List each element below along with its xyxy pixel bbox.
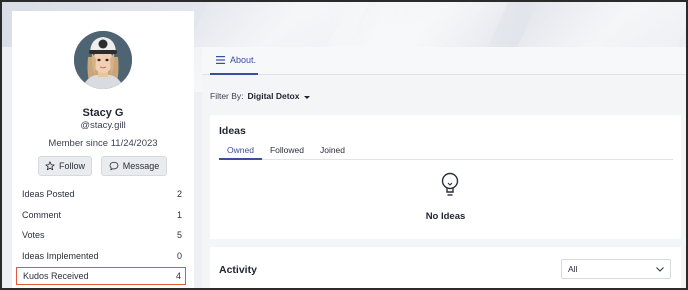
ideas-card: Ideas Owned Followed Joined No Ideas — [210, 115, 681, 239]
tab-owned[interactable]: Owned — [219, 141, 262, 160]
stat-label: Ideas Implemented — [22, 251, 99, 261]
stat-value: 4 — [175, 271, 181, 281]
main-content: About. Filter By: Digital Detox Ideas Ow… — [202, 47, 686, 288]
no-ideas-text: No Ideas — [425, 211, 466, 222]
profile-name: Stacy G — [82, 107, 124, 119]
tab-about-label: About. — [230, 55, 257, 65]
ideas-title: Ideas — [219, 125, 246, 137]
member-since: Member since 11/24/2023 — [48, 138, 158, 149]
tab-followed[interactable]: Followed — [262, 141, 312, 160]
follow-label: Follow — [58, 161, 85, 171]
chat-bubble-icon — [109, 161, 119, 171]
filter-value: Digital Detox — [247, 91, 300, 101]
profile-tabs: About. — [202, 47, 686, 75]
avatar-image — [74, 31, 132, 89]
caret-down-icon — [303, 96, 310, 99]
stat-kudos-received: Kudos Received 4 — [16, 267, 186, 285]
avatar[interactable] — [74, 31, 132, 89]
filter-by: Filter By: Digital Detox — [210, 91, 310, 101]
profile-card: Stacy G @stacy.gill Member since 11/24/2… — [12, 11, 194, 288]
follow-button[interactable]: Follow — [38, 156, 92, 176]
activity-card: Activity All — [210, 247, 681, 288]
stat-value: 5 — [176, 230, 182, 240]
lightbulb-icon — [441, 172, 459, 196]
message-button[interactable]: Message — [101, 156, 167, 176]
stat-ideas-posted: Ideas Posted 2 — [16, 185, 186, 203]
stat-ideas-implemented: Ideas Implemented 0 — [16, 247, 186, 265]
stat-label: Comment — [22, 210, 62, 220]
stat-value: 0 — [176, 251, 182, 261]
stat-label: Ideas Posted — [22, 189, 75, 199]
profile-handle: @stacy.gill — [80, 120, 126, 131]
stat-value: 2 — [176, 189, 182, 199]
activity-select-value: All — [568, 264, 578, 274]
filter-dropdown[interactable]: Digital Detox — [248, 91, 310, 101]
stat-label: Votes — [22, 230, 45, 240]
stat-value: 1 — [176, 210, 182, 220]
activity-title: Activity — [219, 264, 257, 276]
menu-icon — [216, 56, 225, 64]
ideas-tabs: Owned Followed Joined — [219, 141, 673, 160]
stat-votes: Votes 5 — [16, 226, 186, 244]
stat-comment: Comment 1 — [16, 206, 186, 224]
filter-label: Filter By: — [210, 91, 244, 101]
message-label: Message — [122, 161, 160, 171]
tab-about[interactable]: About. — [210, 47, 258, 75]
activity-filter-select[interactable]: All — [561, 259, 671, 279]
app-window: Stacy G @stacy.gill Member since 11/24/2… — [0, 0, 688, 290]
tab-joined[interactable]: Joined — [312, 141, 353, 160]
stat-label: Kudos Received — [23, 271, 89, 281]
star-icon — [45, 161, 55, 171]
chevron-down-icon — [656, 266, 664, 272]
